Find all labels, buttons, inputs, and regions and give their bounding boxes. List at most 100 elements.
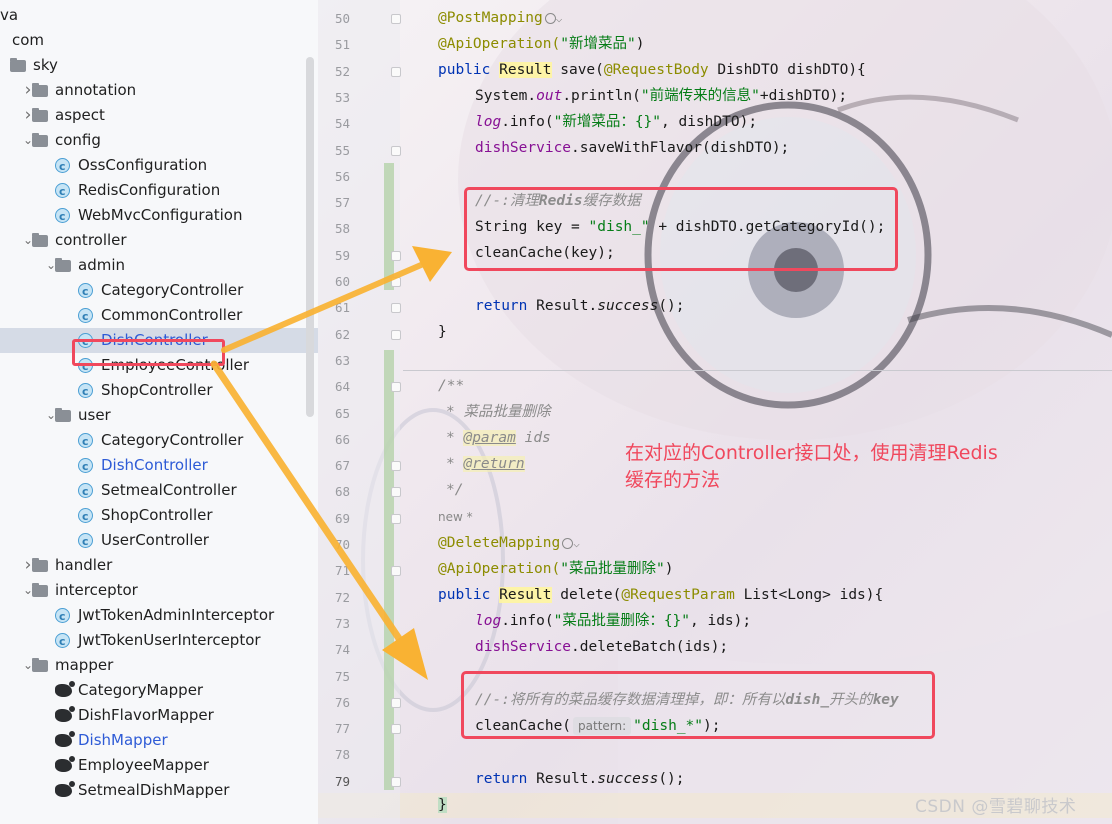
fold-marker-icon[interactable] [391,303,401,314]
web-endpoint-icon[interactable] [544,12,556,24]
tree-item[interactable]: DishFlavorMapper [0,703,318,728]
chevron-down-icon[interactable]: ⌵ [573,537,580,550]
line-number[interactable]: 60 [318,274,350,289]
line-number[interactable]: 79 [318,774,350,789]
tree-item[interactable]: › aspect [0,103,318,128]
line-number[interactable]: 63 [318,353,350,368]
tree-item[interactable]: DishMapper [0,728,318,753]
code-line-55[interactable]: dishService.saveWithFlavor(dishDTO); [475,136,789,161]
code-line-67[interactable]: * @return [446,452,525,477]
line-number[interactable]: 74 [318,642,350,657]
line-number[interactable]: 62 [318,327,350,342]
fold-marker-icon[interactable] [391,66,401,77]
line-number[interactable]: 50 [318,11,350,26]
line-number[interactable]: 67 [318,458,350,473]
tree-item[interactable]: JwtTokenUserInterceptor [0,628,318,654]
code-editor[interactable]: 50 51 52 53 54 55 56 57 58 59 60 61 62 63 64 65 66 67 68 69… [318,0,1112,824]
line-number[interactable]: 69 [318,511,350,526]
code-line-62[interactable]: } [438,320,447,345]
code-line-68[interactable]: */ [446,478,463,503]
tree-item[interactable]: CategoryMapper [0,678,318,703]
tree-item[interactable]: ⌄ interceptor [0,578,318,603]
line-number[interactable]: 58 [318,221,350,236]
tree-item[interactable]: sky [0,53,318,78]
line-number[interactable]: 77 [318,721,350,736]
tree-item[interactable]: ⌄ mapper [0,653,318,678]
code-line-61[interactable]: return Result.success(); [475,294,685,319]
code-line-51[interactable]: @ApiOperation("新增菜品") [438,32,644,57]
web-endpoint-icon[interactable] [562,537,574,549]
code-line-64[interactable]: /** [438,374,464,399]
chevron-down-icon[interactable]: ⌵ [556,12,563,25]
line-number[interactable]: 71 [318,563,350,578]
tree-item[interactable]: CategoryController [0,278,318,304]
fold-marker-icon[interactable] [391,487,401,498]
tree-item[interactable]: ⌄ config [0,128,318,153]
line-number[interactable]: 52 [318,64,350,79]
tree-item[interactable]: ShopController [0,503,318,529]
tree-item[interactable]: va [0,3,318,28]
fold-marker-icon[interactable] [391,329,401,340]
line-number[interactable]: 57 [318,195,350,210]
line-number[interactable]: 64 [318,379,350,394]
fold-marker-icon[interactable] [391,697,401,708]
line-number[interactable]: 55 [318,143,350,158]
line-number[interactable]: 66 [318,432,350,447]
tree-scrollbar[interactable] [306,57,314,417]
code-line-78[interactable]: return Result.success(); [475,767,685,792]
line-number[interactable]: 72 [318,590,350,605]
code-line-54[interactable]: log.info("新增菜品：{}", dishDTO); [475,110,757,135]
tree-item[interactable]: › handler [0,553,318,578]
fold-marker-icon[interactable] [391,724,401,735]
fold-marker-icon[interactable] [391,382,401,393]
fold-marker-icon[interactable] [391,461,401,472]
line-number[interactable]: 68 [318,484,350,499]
tree-item[interactable]: ⌄ controller [0,228,318,253]
tree-item[interactable]: SetmealController [0,478,318,504]
fold-marker-icon[interactable] [391,513,401,524]
tree-item[interactable]: JwtTokenAdminInterceptor [0,603,318,629]
code-line-50[interactable]: @PostMapping ⌵ [438,6,562,31]
code-line-65[interactable]: * 菜品批量删除 [446,400,550,425]
code-line-73[interactable]: dishService.deleteBatch(ids); [475,635,728,660]
tree-item[interactable]: CommonController [0,303,318,329]
fold-marker-icon[interactable] [391,776,401,787]
line-number[interactable]: 56 [318,169,350,184]
tree-item[interactable]: ⌄ user [0,403,318,428]
fold-marker-icon[interactable] [391,277,401,287]
tree-item[interactable]: SetmealDishMapper [0,778,318,803]
tree-item[interactable]: CategoryController [0,428,318,454]
line-number[interactable]: 51 [318,37,350,52]
code-line-66[interactable]: * @param ids [446,426,551,451]
tree-item[interactable]: DishController [0,453,318,479]
vcs-change-marker[interactable] [384,163,394,290]
tree-item[interactable]: WebMvcConfiguration [0,203,318,229]
line-number[interactable]: 61 [318,300,350,315]
tree-item[interactable]: OssConfiguration [0,153,318,179]
fold-marker-icon[interactable] [391,14,401,24]
code-line-71[interactable]: public Result delete(@RequestParam List<… [438,583,883,608]
code-line-52[interactable]: public Result save(@RequestBody DishDTO … [438,58,866,83]
line-number[interactable]: 70 [318,537,350,552]
line-number[interactable]: 59 [318,248,350,263]
code-vision-author-hint[interactable]: new * [438,510,473,524]
line-number[interactable]: 54 [318,116,350,131]
tree-item[interactable]: ShopController [0,378,318,404]
tree-item[interactable]: › annotation [0,78,318,103]
fold-marker-icon[interactable] [391,566,401,577]
code-line-53[interactable]: System.out.println("前端传来的信息"+dishDTO); [475,84,847,109]
fold-marker-icon[interactable] [391,145,401,156]
line-number[interactable]: 65 [318,406,350,421]
line-number[interactable]: 78 [318,747,350,762]
tree-item[interactable]: ⌄ admin [0,253,318,278]
fold-marker-icon[interactable] [391,250,401,261]
code-line-70[interactable]: @ApiOperation("菜品批量删除") [438,557,673,582]
code-line-69[interactable]: @DeleteMapping ⌵ [438,531,580,556]
tree-item[interactable]: RedisConfiguration [0,178,318,204]
line-number[interactable]: 76 [318,695,350,710]
line-number[interactable]: 53 [318,90,350,105]
tree-item[interactable]: UserController [0,528,318,554]
tree-item[interactable]: com [0,28,318,53]
line-number[interactable]: 75 [318,669,350,684]
line-number[interactable]: 73 [318,616,350,631]
